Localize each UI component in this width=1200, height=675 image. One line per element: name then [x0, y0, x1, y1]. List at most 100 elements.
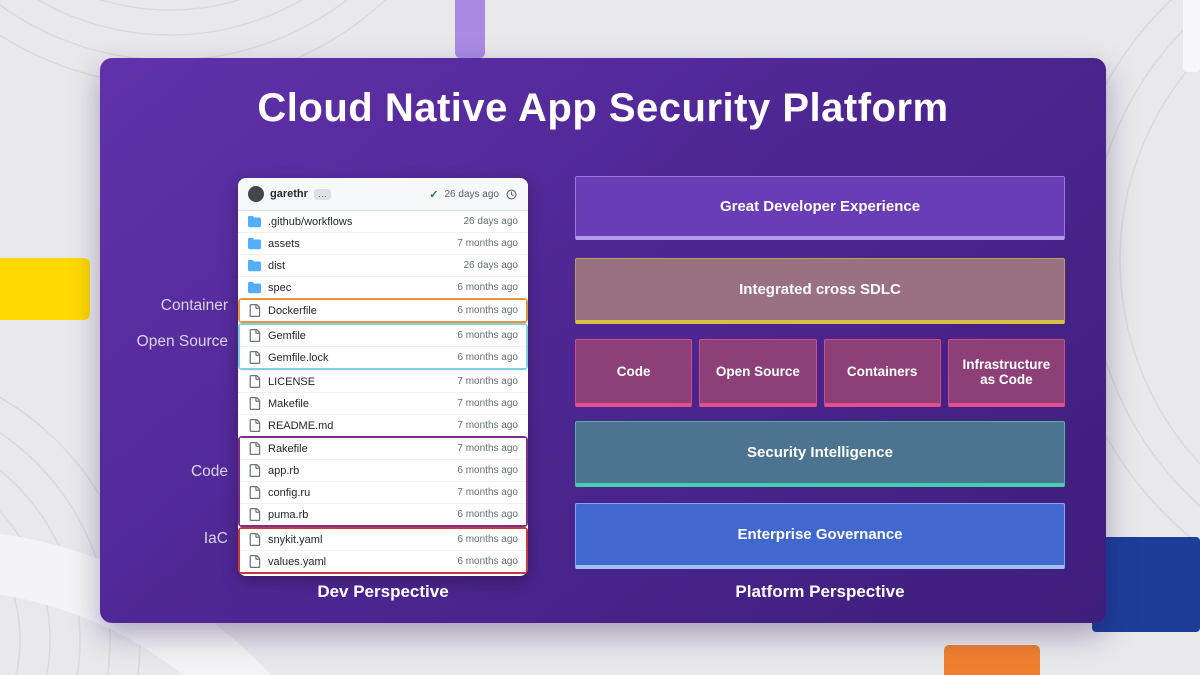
file-age: 7 months ago: [457, 398, 518, 409]
bar-developer-experience: Great Developer Experience: [575, 176, 1065, 240]
file-age: 7 months ago: [457, 238, 518, 249]
file-age: 6 months ago: [457, 556, 518, 567]
bar-integrated-sdlc: Integrated cross SDLC: [575, 258, 1065, 324]
avatar[interactable]: [248, 186, 264, 202]
blue-accent-block: [1092, 537, 1200, 632]
orange-accent-block: [944, 645, 1040, 675]
file-row[interactable]: config.ru 7 months ago: [240, 481, 526, 503]
file-age: 6 months ago: [457, 534, 518, 545]
yellow-accent-block: [0, 258, 90, 320]
file-icon: [248, 555, 261, 568]
folder-icon: [248, 259, 261, 272]
bar-label: Enterprise Governance: [737, 526, 903, 543]
file-name[interactable]: Gemfile: [268, 330, 450, 342]
file-name[interactable]: LICENSE: [268, 376, 450, 388]
pillar-label: Infrastructure as Code: [962, 356, 1051, 387]
file-row[interactable]: snykit.yaml 6 months ago: [240, 529, 526, 550]
file-age: 6 months ago: [457, 352, 518, 363]
file-row[interactable]: app.rb 6 months ago: [240, 459, 526, 481]
pillar-label: Open Source: [715, 364, 800, 379]
file-row[interactable]: spec 6 months ago: [238, 276, 528, 298]
file-name[interactable]: README.md: [268, 420, 450, 432]
pillar-label: Containers: [846, 364, 918, 379]
file-age: 7 months ago: [457, 487, 518, 498]
commit-ellipsis-badge[interactable]: …: [313, 188, 331, 200]
history-icon[interactable]: [505, 188, 518, 201]
file-name[interactable]: dist: [268, 260, 457, 272]
pillar-label: Code: [616, 364, 651, 379]
last-commit-time: 26 days ago: [444, 188, 500, 200]
slide: Cloud Native App Security Platform Conta…: [0, 0, 1200, 675]
file-row[interactable]: Rakefile 7 months ago: [240, 438, 526, 459]
file-age: 6 months ago: [457, 305, 518, 316]
file-age: 7 months ago: [457, 443, 518, 454]
file-icon: [248, 397, 261, 410]
file-age: 6 months ago: [457, 509, 518, 520]
highlight-group-code: Rakefile 7 months ago app.rb 6 months ag…: [238, 436, 528, 527]
main-panel: Cloud Native App Security Platform Conta…: [100, 58, 1106, 623]
file-age: 7 months ago: [457, 420, 518, 431]
file-row[interactable]: dist 26 days ago: [238, 254, 528, 276]
file-icon: [248, 533, 261, 546]
file-icon: [248, 304, 261, 317]
label-iac: IaC: [203, 530, 228, 547]
highlight-group-container: Dockerfile 6 months ago: [238, 298, 528, 323]
label-code: Code: [190, 463, 228, 480]
platform-perspective-caption: Platform Perspective: [735, 582, 905, 601]
file-name[interactable]: puma.rb: [268, 509, 450, 521]
file-row[interactable]: Makefile 7 months ago: [238, 392, 528, 414]
file-name[interactable]: Gemfile.lock: [268, 352, 450, 364]
repo-user[interactable]: garethr: [270, 188, 308, 200]
file-name[interactable]: Dockerfile: [268, 305, 450, 317]
file-row[interactable]: values.yaml 6 months ago: [240, 550, 526, 572]
file-icon: [248, 419, 261, 432]
slide-title: Cloud Native App Security Platform: [257, 86, 949, 130]
highlight-group-iac: snykit.yaml 6 months ago values.yaml 6 m…: [238, 527, 528, 574]
file-age: 6 months ago: [457, 330, 518, 341]
pillar-infrastructure-as-code: Infrastructure as Code: [947, 339, 1065, 407]
file-row[interactable]: LICENSE 7 months ago: [238, 370, 528, 392]
bar-security-intelligence: Security Intelligence: [575, 421, 1065, 487]
repo-file-browser: garethr … ✓ 26 days ago .github/workflow…: [238, 178, 528, 576]
file-icon: [248, 464, 261, 477]
file-row[interactable]: .github/workflows 26 days ago: [238, 211, 528, 232]
file-row[interactable]: Dockerfile 6 months ago: [240, 300, 526, 321]
file-icon: [248, 442, 261, 455]
file-name[interactable]: assets: [268, 238, 450, 250]
file-age: 7 months ago: [457, 376, 518, 387]
white-accent-strip: [1183, 0, 1200, 72]
file-age: 26 days ago: [463, 260, 519, 271]
folder-icon: [248, 237, 261, 250]
folder-icon: [248, 215, 261, 228]
file-age: 6 months ago: [457, 282, 518, 293]
file-name[interactable]: Makefile: [268, 398, 450, 410]
dev-perspective-caption: Dev Perspective: [317, 582, 449, 601]
file-name[interactable]: app.rb: [268, 465, 450, 477]
check-icon: ✓: [429, 188, 439, 201]
file-list: .github/workflows 26 days ago assets 7 m…: [238, 211, 528, 576]
file-name[interactable]: snykit.yaml: [268, 534, 450, 546]
file-icon: [248, 375, 261, 388]
highlight-group-open-source: Gemfile 6 months ago Gemfile.lock 6 mont…: [238, 323, 528, 370]
file-name[interactable]: spec: [268, 282, 450, 294]
bar-enterprise-governance: Enterprise Governance: [575, 503, 1065, 569]
file-row[interactable]: Gemfile 6 months ago: [240, 325, 526, 346]
file-row[interactable]: Gemfile.lock 6 months ago: [240, 346, 526, 368]
file-name[interactable]: Rakefile: [268, 443, 450, 455]
file-name[interactable]: config.ru: [268, 487, 450, 499]
repo-header: garethr … ✓ 26 days ago: [238, 178, 528, 211]
file-icon: [248, 486, 261, 499]
file-name[interactable]: values.yaml: [268, 556, 450, 568]
label-container: Container: [160, 297, 228, 314]
lavender-accent-strip: [455, 0, 485, 58]
pillar-row: Code Open Source Containers Infrastructu…: [575, 339, 1065, 407]
bar-label: Great Developer Experience: [719, 198, 921, 215]
pillar-code: Code: [575, 339, 693, 407]
file-name[interactable]: .github/workflows: [268, 216, 457, 228]
file-row[interactable]: puma.rb 6 months ago: [240, 503, 526, 525]
file-row[interactable]: README.md 7 months ago: [238, 414, 528, 436]
bar-label: Integrated cross SDLC: [739, 281, 901, 298]
file-icon: [248, 351, 261, 364]
file-row[interactable]: assets 7 months ago: [238, 232, 528, 254]
pillar-containers: Containers: [823, 339, 941, 407]
